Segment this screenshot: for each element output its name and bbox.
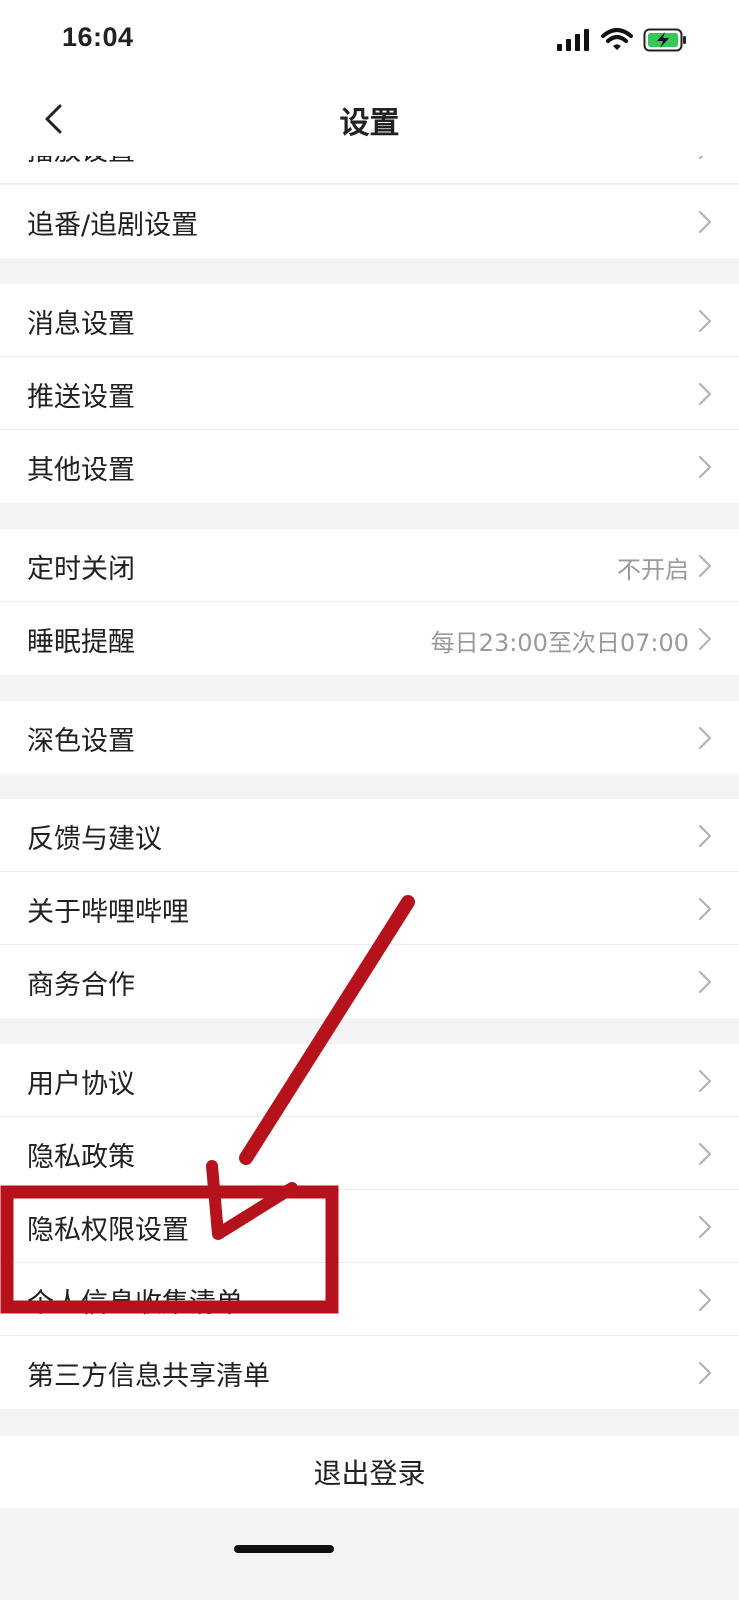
settings-item-label: 反馈与建议 xyxy=(27,824,162,855)
chevron-right-icon xyxy=(698,1215,712,1239)
settings-item-label: 关于哔哩哔哩 xyxy=(27,897,189,928)
settings-item-follow[interactable]: 追番/追剧设置 xyxy=(0,185,739,258)
settings-item-label: 播放设置 xyxy=(27,156,135,168)
settings-item-label: 隐私政策 xyxy=(27,1142,135,1173)
chevron-right-icon xyxy=(698,309,712,333)
nav-bar: 设置 xyxy=(0,80,739,156)
chevron-right-icon xyxy=(698,726,712,750)
chevron-right-icon xyxy=(698,1142,712,1166)
settings-item-value: 每日23:00至次日07:00 xyxy=(430,629,689,657)
settings-item-label: 睡眠提醒 xyxy=(27,627,135,658)
settings-item-sleep-reminder[interactable]: 睡眠提醒 每日23:00至次日07:00 xyxy=(0,602,739,675)
chevron-right-icon xyxy=(698,970,712,994)
wifi-icon xyxy=(601,28,633,50)
settings-item-label: 消息设置 xyxy=(27,309,135,340)
battery-icon xyxy=(643,28,686,52)
page-title: 设置 xyxy=(339,106,400,141)
settings-item-label: 商务合作 xyxy=(27,970,135,1001)
chevron-right-icon xyxy=(698,1069,712,1093)
settings-item-feedback[interactable]: 反馈与建议 xyxy=(0,799,739,872)
chevron-right-icon xyxy=(698,156,704,160)
logout-button[interactable]: 退出登录 xyxy=(0,1436,739,1508)
settings-item-business[interactable]: 商务合作 xyxy=(0,945,739,1018)
settings-item-about[interactable]: 关于哔哩哔哩 xyxy=(0,872,739,945)
settings-item-message[interactable]: 消息设置 xyxy=(0,284,739,357)
status-time: 16:04 xyxy=(62,22,134,52)
chevron-right-icon xyxy=(698,897,712,921)
status-bar: 16:04 xyxy=(0,0,739,80)
settings-item-value: 不开启 xyxy=(617,556,689,584)
signal-icon xyxy=(557,29,589,51)
status-icons xyxy=(557,28,687,52)
settings-item-label: 其他设置 xyxy=(27,455,135,486)
settings-item-dark-mode[interactable]: 深色设置 xyxy=(0,701,739,774)
settings-item-label: 第三方信息共享清单 xyxy=(27,1361,270,1392)
chevron-right-icon xyxy=(698,824,712,848)
settings-item-label: 个人信息收集清单 xyxy=(27,1288,243,1319)
settings-item-label: 用户协议 xyxy=(27,1069,135,1100)
chevron-right-icon xyxy=(698,210,712,234)
settings-item-label: 定时关闭 xyxy=(27,554,135,585)
chevron-right-icon xyxy=(698,627,712,651)
settings-item-personal-info-list[interactable]: 个人信息收集清单 xyxy=(0,1263,739,1336)
chevron-right-icon xyxy=(698,455,712,479)
settings-item-push[interactable]: 推送设置 xyxy=(0,357,739,430)
logout-label: 退出登录 xyxy=(313,1457,426,1490)
chevron-right-icon xyxy=(698,1361,712,1385)
settings-item-label: 深色设置 xyxy=(27,726,135,757)
home-indicator xyxy=(234,1545,334,1553)
settings-item-label: 推送设置 xyxy=(27,382,135,413)
settings-item-privacy-policy[interactable]: 隐私政策 xyxy=(0,1117,739,1190)
settings-item-label: 隐私权限设置 xyxy=(27,1215,189,1246)
chevron-right-icon xyxy=(698,554,712,578)
chevron-right-icon xyxy=(698,1288,712,1312)
settings-item-label: 追番/追剧设置 xyxy=(27,210,199,241)
settings-list[interactable]: 播放设置 追番/追剧设置 消息设置 推送设置 其他设置 定时关闭 不开启 睡眠提… xyxy=(0,156,739,1600)
settings-item-playback[interactable]: 播放设置 xyxy=(0,156,739,184)
settings-item-third-party-list[interactable]: 第三方信息共享清单 xyxy=(0,1336,739,1409)
settings-item-user-agreement[interactable]: 用户协议 xyxy=(0,1044,739,1117)
settings-item-other[interactable]: 其他设置 xyxy=(0,430,739,503)
chevron-right-icon xyxy=(698,382,712,406)
settings-item-privacy-permissions[interactable]: 隐私权限设置 xyxy=(0,1190,739,1263)
settings-item-timer-close[interactable]: 定时关闭 不开启 xyxy=(0,529,739,602)
